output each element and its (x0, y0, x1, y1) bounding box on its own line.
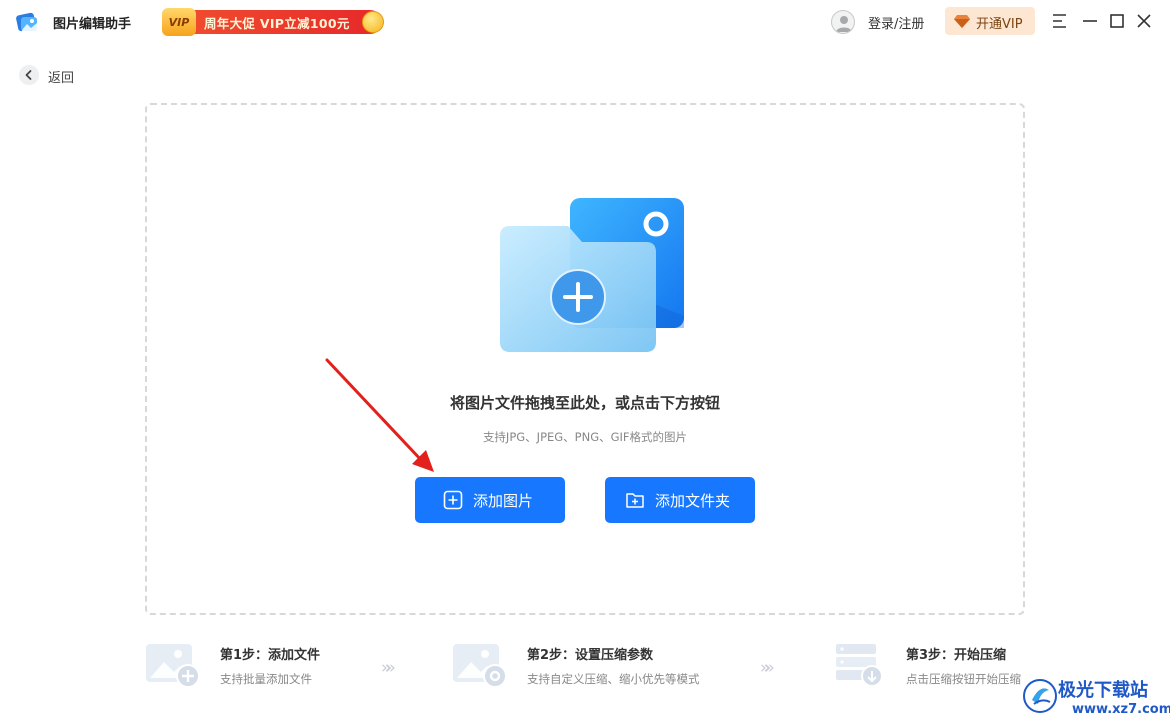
step-2: 第2步：设置压缩参数 支持自定义压缩、缩小优先等模式 (453, 640, 733, 692)
diamond-icon (954, 15, 970, 28)
close-icon[interactable] (1134, 11, 1154, 31)
watermark-logo-icon (1023, 679, 1057, 713)
supported-formats-text: 支持JPG、JPEG、PNG、GIF格式的图片 (482, 430, 688, 444)
add-folder-label: 添加文件夹 (655, 493, 731, 510)
site-watermark: 极光下载站 www.xz7.com (1018, 672, 1170, 726)
add-folder-button[interactable]: 添加文件夹 (605, 477, 755, 523)
menu-icon[interactable] (1050, 11, 1070, 31)
chevrons-right-icon: »» (760, 658, 775, 678)
coin-icon (362, 11, 384, 33)
watermark-url: www.xz7.com (1072, 702, 1170, 717)
title-bar: 图片编辑助手 VIP 周年大促 VIP立减100元 登录/注册 开通VIP (0, 0, 1170, 44)
watermark-name: 极光下载站 (1058, 680, 1148, 701)
add-images-label: 添加图片 (473, 493, 534, 510)
step-1-desc: 支持批量添加文件 (220, 672, 312, 686)
add-images-button[interactable]: 添加图片 (415, 477, 565, 523)
maximize-icon[interactable] (1107, 11, 1127, 31)
back-label[interactable]: 返回 (48, 67, 74, 86)
avatar[interactable] (831, 10, 855, 34)
back-button[interactable] (19, 65, 39, 85)
step-3: 第3步：开始压缩 点击压缩按钮开始压缩 (832, 640, 1032, 692)
annotation-arrow-icon (325, 358, 434, 472)
promo-vip-badge: VIP (162, 8, 196, 36)
user-icon (836, 16, 852, 32)
step-3-desc: 点击压缩按钮开始压缩 (906, 672, 1021, 686)
minimize-icon[interactable] (1080, 11, 1100, 31)
compress-stack-icon (836, 644, 883, 687)
folder-plus-icon (626, 493, 644, 508)
image-settings-icon (453, 644, 507, 688)
app-logo-icon (16, 12, 37, 32)
chevrons-right-icon: »» (381, 658, 396, 678)
chevron-left-icon (25, 70, 32, 80)
open-vip-label: 开通VIP (976, 17, 1023, 32)
step-2-desc: 支持自定义压缩、缩小优先等模式 (527, 672, 700, 686)
add-folder-illustration-icon (500, 198, 684, 352)
plus-square-icon (443, 490, 463, 510)
step-1: 第1步：添加文件 支持批量添加文件 (146, 640, 376, 692)
promo-banner[interactable]: VIP 周年大促 VIP立减100元 (162, 8, 386, 36)
step-1-title: 第1步：添加文件 (220, 648, 321, 663)
login-register-link[interactable]: 登录/注册 (868, 13, 924, 32)
open-vip-button[interactable]: 开通VIP (945, 7, 1035, 35)
image-add-icon (146, 644, 200, 688)
step-2-title: 第2步：设置压缩参数 (527, 648, 654, 663)
file-drop-zone[interactable] (145, 103, 1025, 615)
step-3-title: 第3步：开始压缩 (906, 648, 1007, 663)
app-title: 图片编辑助手 (53, 17, 132, 32)
drop-zone-title: 将图片文件拖拽至此处，或点击下方按钮 (449, 394, 720, 412)
promo-text: 周年大促 VIP立减100元 (204, 16, 350, 31)
